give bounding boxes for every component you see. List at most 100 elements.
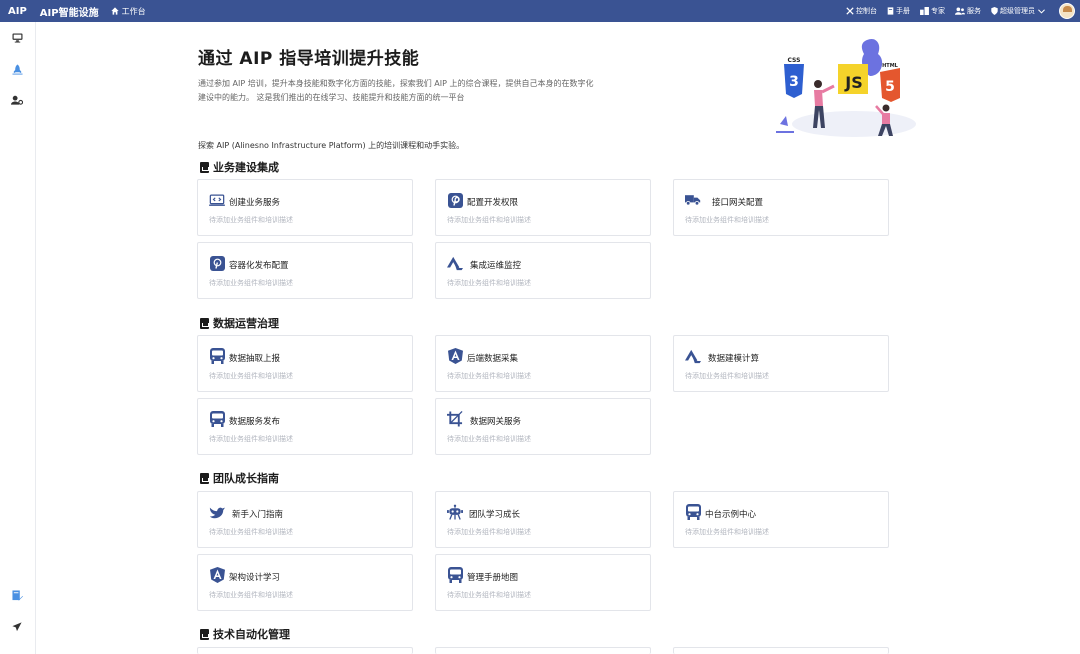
nav-console-label: 控制台 [856, 7, 877, 15]
card-title: 管理手册地图 [467, 573, 519, 583]
shield-icon [991, 7, 998, 15]
book-edit-icon[interactable] [10, 588, 24, 602]
course-card[interactable]: 管理手册地图 待添加业务组件和培训描述 [435, 554, 651, 611]
laptop-code-icon [209, 192, 225, 208]
course-card[interactable]: 数据抽取上报 待添加业务组件和培训描述 [197, 335, 413, 392]
top-nav-right: 控制台 手册 专家 服务 超级管理员 [846, 0, 1080, 22]
nav-manual-label: 手册 [896, 7, 910, 15]
card-title: 数据网关服务 [470, 417, 522, 427]
document-icon [200, 161, 209, 173]
nav-user-menu[interactable]: 超级管理员 [991, 6, 1047, 16]
section-title: 技术自动化管理 [200, 626, 290, 642]
css-label: CSS [788, 57, 801, 64]
section-title-label: 数据运营治理 [213, 317, 279, 330]
course-card[interactable]: 团队学习成长 待添加业务组件和培训描述 [435, 491, 651, 548]
hero-illustration: CSS 3 JS HTML 5 [776, 38, 916, 137]
course-card[interactable]: 配置开发权限 待添加业务组件和培训描述 [435, 179, 651, 236]
card-description: 待添加业务组件和培训描述 [685, 528, 769, 536]
card-title: 集成运维监控 [470, 261, 522, 271]
css-badge-icon: CSS 3 [784, 57, 804, 98]
bus-icon [447, 567, 463, 583]
section-title: 业务建设集成 [200, 159, 279, 175]
course-card[interactable]: 数据服务发布 待添加业务组件和培训描述 [197, 398, 413, 455]
card-description: 待添加业务组件和培训描述 [209, 528, 293, 536]
home-link[interactable]: 工作台 [110, 6, 146, 17]
send-icon[interactable] [10, 620, 24, 634]
card-description: 待添加业务组件和培训描述 [447, 216, 531, 224]
card-title: 团队学习成长 [469, 510, 521, 520]
chevron-down-icon [1038, 8, 1045, 14]
document-icon [200, 317, 209, 329]
nav-console[interactable]: 控制台 [846, 6, 877, 16]
book-icon [887, 7, 894, 15]
tools-icon [846, 7, 854, 15]
intro-text: 探索 AIP (Alinesno Infrastructure Platform… [198, 141, 465, 150]
course-card[interactable] [435, 647, 651, 654]
document-icon [200, 628, 209, 640]
rocket-icon[interactable] [10, 62, 24, 76]
avatar[interactable] [1059, 3, 1075, 19]
pinterest-icon [209, 255, 225, 271]
brand-logo[interactable]: AIP [8, 6, 27, 17]
users-icon [955, 7, 965, 15]
triangle-logo-icon [447, 255, 463, 271]
triangle-logo-icon [685, 348, 701, 364]
course-card[interactable]: 中台示例中心 待添加业务组件和培训描述 [673, 491, 889, 548]
card-description: 待添加业务组件和培训描述 [447, 435, 531, 443]
card-description: 待添加业务组件和培训描述 [447, 372, 531, 380]
pinterest-icon [447, 192, 463, 208]
card-description: 待添加业务组件和培训描述 [685, 216, 769, 224]
expert-icon [920, 7, 929, 15]
svg-text:3: 3 [789, 74, 799, 90]
bus-icon [209, 348, 225, 364]
card-title: 创建业务服务 [229, 198, 281, 208]
nav-expert[interactable]: 专家 [920, 6, 945, 16]
section-title-label: 技术自动化管理 [213, 628, 290, 641]
section-title-label: 业务建设集成 [213, 161, 279, 174]
user-cog-icon[interactable] [10, 93, 24, 107]
course-card[interactable]: 数据网关服务 待添加业务组件和培训描述 [435, 398, 651, 455]
html-label: HTML [882, 63, 899, 69]
card-description: 待添加业务组件和培训描述 [209, 216, 293, 224]
card-title: 数据抽取上报 [229, 354, 281, 364]
monitor-icon[interactable] [10, 31, 24, 45]
top-navbar: AIP AIP智能设施 工作台 控制台 手册 专家 服务 超级管理员 [0, 0, 1080, 22]
card-description: 待添加业务组件和培训描述 [447, 279, 531, 287]
page-description: 通过参加 AIP 培训，提升本身技能和数字化方面的技能，探索我们 AIP 上的综… [198, 79, 594, 102]
card-description: 待添加业务组件和培训描述 [447, 591, 531, 599]
home-label: 工作台 [121, 6, 146, 16]
nav-service-label: 服务 [967, 7, 981, 15]
course-card[interactable]: 架构设计学习 待添加业务组件和培训描述 [197, 554, 413, 611]
card-title: 中台示例中心 [705, 510, 757, 520]
section-title: 团队成长指南 [200, 470, 279, 486]
nav-user-label: 超级管理员 [1000, 7, 1035, 15]
home-icon [110, 7, 119, 15]
section-title: 数据运营治理 [200, 315, 279, 331]
app-name[interactable]: AIP智能设施 [40, 4, 99, 19]
js-badge-icon: JS [838, 64, 868, 94]
course-card[interactable]: 容器化发布配置 待添加业务组件和培训描述 [197, 242, 413, 299]
sidebar [0, 22, 36, 654]
card-description: 待添加业务组件和培训描述 [209, 591, 293, 599]
angular-icon [209, 567, 225, 583]
card-description: 待添加业务组件和培训描述 [209, 279, 293, 287]
truck-icon [685, 192, 701, 208]
card-description: 待添加业务组件和培训描述 [209, 372, 293, 380]
course-card[interactable]: 接口网关配置 待添加业务组件和培训描述 [673, 179, 889, 236]
card-title: 数据建模计算 [708, 354, 760, 364]
card-description: 待添加业务组件和培训描述 [685, 372, 769, 380]
course-card[interactable]: 数据建模计算 待添加业务组件和培训描述 [673, 335, 889, 392]
course-card[interactable] [673, 647, 889, 654]
course-card[interactable]: 集成运维监控 待添加业务组件和培训描述 [435, 242, 651, 299]
nav-service[interactable]: 服务 [955, 6, 981, 16]
card-title: 架构设计学习 [229, 573, 281, 583]
course-card[interactable]: 新手入门指南 待添加业务组件和培训描述 [197, 491, 413, 548]
bird-icon [209, 504, 225, 520]
course-card[interactable] [197, 647, 413, 654]
course-card[interactable]: 后端数据采集 待添加业务组件和培训描述 [435, 335, 651, 392]
page-title: 通过 AIP 指导培训提升技能 [198, 49, 420, 69]
html-badge-icon: HTML 5 [880, 63, 900, 102]
card-title: 接口网关配置 [712, 198, 764, 208]
nav-manual[interactable]: 手册 [887, 6, 910, 16]
course-card[interactable]: 创建业务服务 待添加业务组件和培训描述 [197, 179, 413, 236]
